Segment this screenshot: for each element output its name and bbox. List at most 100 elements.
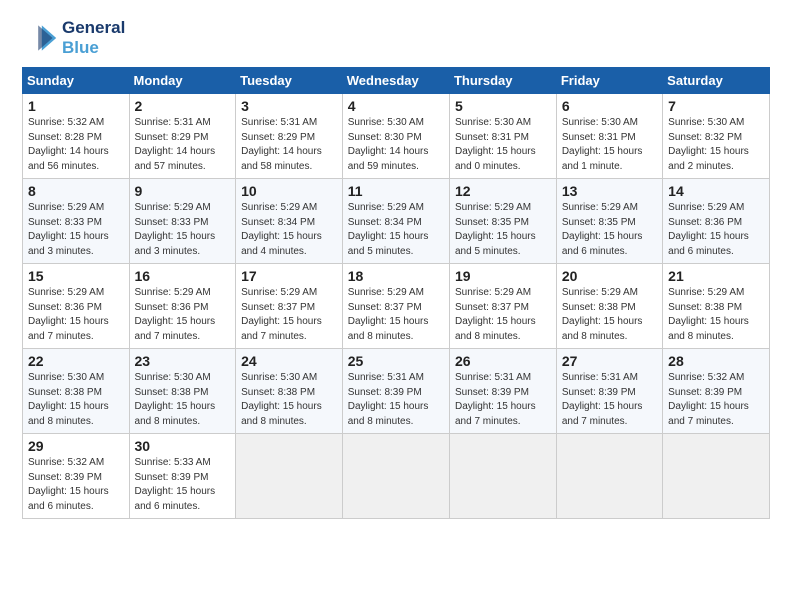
day-cell: 2 Sunrise: 5:31 AM Sunset: 8:29 PM Dayli… xyxy=(129,94,236,179)
day-cell: 23 Sunrise: 5:30 AM Sunset: 8:38 PM Dayl… xyxy=(129,349,236,434)
day-info: Sunrise: 5:29 AM Sunset: 8:37 PM Dayligh… xyxy=(241,286,337,344)
day-cell: 22 Sunrise: 5:30 AM Sunset: 8:38 PM Dayl… xyxy=(23,349,130,434)
day-info: Sunrise: 5:29 AM Sunset: 8:33 PM Dayligh… xyxy=(135,201,231,259)
day-info: Sunrise: 5:29 AM Sunset: 8:36 PM Dayligh… xyxy=(28,286,124,344)
empty-cell xyxy=(556,434,662,519)
day-info: Sunrise: 5:30 AM Sunset: 8:38 PM Dayligh… xyxy=(241,371,337,429)
day-number: 13 xyxy=(562,183,657,199)
day-info: Sunrise: 5:32 AM Sunset: 8:28 PM Dayligh… xyxy=(28,116,124,174)
day-cell: 1 Sunrise: 5:32 AM Sunset: 8:28 PM Dayli… xyxy=(23,94,130,179)
day-cell: 10 Sunrise: 5:29 AM Sunset: 8:34 PM Dayl… xyxy=(236,179,343,264)
logo-icon xyxy=(22,20,58,56)
day-info: Sunrise: 5:33 AM Sunset: 8:39 PM Dayligh… xyxy=(135,456,231,514)
day-info: Sunrise: 5:32 AM Sunset: 8:39 PM Dayligh… xyxy=(28,456,124,514)
day-cell: 5 Sunrise: 5:30 AM Sunset: 8:31 PM Dayli… xyxy=(449,94,556,179)
day-info: Sunrise: 5:30 AM Sunset: 8:38 PM Dayligh… xyxy=(135,371,231,429)
day-cell: 9 Sunrise: 5:29 AM Sunset: 8:33 PM Dayli… xyxy=(129,179,236,264)
day-cell: 3 Sunrise: 5:31 AM Sunset: 8:29 PM Dayli… xyxy=(236,94,343,179)
col-wednesday: Wednesday xyxy=(342,68,449,94)
day-info: Sunrise: 5:29 AM Sunset: 8:36 PM Dayligh… xyxy=(668,201,764,259)
calendar-row: 8 Sunrise: 5:29 AM Sunset: 8:33 PM Dayli… xyxy=(23,179,770,264)
day-cell: 12 Sunrise: 5:29 AM Sunset: 8:35 PM Dayl… xyxy=(449,179,556,264)
col-sunday: Sunday xyxy=(23,68,130,94)
empty-cell xyxy=(236,434,343,519)
day-cell: 18 Sunrise: 5:29 AM Sunset: 8:37 PM Dayl… xyxy=(342,264,449,349)
day-info: Sunrise: 5:29 AM Sunset: 8:37 PM Dayligh… xyxy=(348,286,444,344)
day-number: 17 xyxy=(241,268,337,284)
day-info: Sunrise: 5:30 AM Sunset: 8:32 PM Dayligh… xyxy=(668,116,764,174)
col-tuesday: Tuesday xyxy=(236,68,343,94)
day-number: 22 xyxy=(28,353,124,369)
day-cell: 24 Sunrise: 5:30 AM Sunset: 8:38 PM Dayl… xyxy=(236,349,343,434)
day-info: Sunrise: 5:31 AM Sunset: 8:29 PM Dayligh… xyxy=(241,116,337,174)
day-number: 28 xyxy=(668,353,764,369)
day-number: 23 xyxy=(135,353,231,369)
day-cell: 20 Sunrise: 5:29 AM Sunset: 8:38 PM Dayl… xyxy=(556,264,662,349)
day-number: 30 xyxy=(135,438,231,454)
day-info: Sunrise: 5:31 AM Sunset: 8:39 PM Dayligh… xyxy=(348,371,444,429)
day-cell: 13 Sunrise: 5:29 AM Sunset: 8:35 PM Dayl… xyxy=(556,179,662,264)
day-info: Sunrise: 5:29 AM Sunset: 8:34 PM Dayligh… xyxy=(348,201,444,259)
page: General Blue Sunday Monday Tuesday Wedne… xyxy=(0,0,792,531)
day-info: Sunrise: 5:29 AM Sunset: 8:37 PM Dayligh… xyxy=(455,286,551,344)
day-number: 19 xyxy=(455,268,551,284)
calendar-row: 15 Sunrise: 5:29 AM Sunset: 8:36 PM Dayl… xyxy=(23,264,770,349)
day-info: Sunrise: 5:29 AM Sunset: 8:35 PM Dayligh… xyxy=(562,201,657,259)
day-info: Sunrise: 5:29 AM Sunset: 8:34 PM Dayligh… xyxy=(241,201,337,259)
day-cell: 8 Sunrise: 5:29 AM Sunset: 8:33 PM Dayli… xyxy=(23,179,130,264)
day-cell: 17 Sunrise: 5:29 AM Sunset: 8:37 PM Dayl… xyxy=(236,264,343,349)
calendar-row: 29 Sunrise: 5:32 AM Sunset: 8:39 PM Dayl… xyxy=(23,434,770,519)
day-number: 21 xyxy=(668,268,764,284)
day-number: 3 xyxy=(241,98,337,114)
logo-text: General Blue xyxy=(62,18,125,57)
day-number: 12 xyxy=(455,183,551,199)
top-section: General Blue xyxy=(22,18,770,57)
day-info: Sunrise: 5:29 AM Sunset: 8:35 PM Dayligh… xyxy=(455,201,551,259)
day-number: 6 xyxy=(562,98,657,114)
day-number: 26 xyxy=(455,353,551,369)
day-number: 2 xyxy=(135,98,231,114)
day-number: 7 xyxy=(668,98,764,114)
day-info: Sunrise: 5:29 AM Sunset: 8:36 PM Dayligh… xyxy=(135,286,231,344)
day-number: 8 xyxy=(28,183,124,199)
day-number: 5 xyxy=(455,98,551,114)
day-info: Sunrise: 5:30 AM Sunset: 8:30 PM Dayligh… xyxy=(348,116,444,174)
day-number: 27 xyxy=(562,353,657,369)
logo: General Blue xyxy=(22,18,125,57)
calendar-row: 22 Sunrise: 5:30 AM Sunset: 8:38 PM Dayl… xyxy=(23,349,770,434)
day-number: 18 xyxy=(348,268,444,284)
day-number: 9 xyxy=(135,183,231,199)
day-cell: 25 Sunrise: 5:31 AM Sunset: 8:39 PM Dayl… xyxy=(342,349,449,434)
empty-cell xyxy=(342,434,449,519)
col-thursday: Thursday xyxy=(449,68,556,94)
day-number: 1 xyxy=(28,98,124,114)
day-cell: 27 Sunrise: 5:31 AM Sunset: 8:39 PM Dayl… xyxy=(556,349,662,434)
day-cell: 28 Sunrise: 5:32 AM Sunset: 8:39 PM Dayl… xyxy=(663,349,770,434)
col-saturday: Saturday xyxy=(663,68,770,94)
day-number: 4 xyxy=(348,98,444,114)
day-cell: 7 Sunrise: 5:30 AM Sunset: 8:32 PM Dayli… xyxy=(663,94,770,179)
day-cell: 11 Sunrise: 5:29 AM Sunset: 8:34 PM Dayl… xyxy=(342,179,449,264)
day-cell: 6 Sunrise: 5:30 AM Sunset: 8:31 PM Dayli… xyxy=(556,94,662,179)
day-cell: 19 Sunrise: 5:29 AM Sunset: 8:37 PM Dayl… xyxy=(449,264,556,349)
day-cell: 21 Sunrise: 5:29 AM Sunset: 8:38 PM Dayl… xyxy=(663,264,770,349)
day-number: 10 xyxy=(241,183,337,199)
day-info: Sunrise: 5:31 AM Sunset: 8:39 PM Dayligh… xyxy=(562,371,657,429)
calendar-table: Sunday Monday Tuesday Wednesday Thursday… xyxy=(22,67,770,519)
day-number: 16 xyxy=(135,268,231,284)
day-number: 11 xyxy=(348,183,444,199)
day-number: 24 xyxy=(241,353,337,369)
day-number: 14 xyxy=(668,183,764,199)
day-number: 20 xyxy=(562,268,657,284)
empty-cell xyxy=(663,434,770,519)
calendar-row: 1 Sunrise: 5:32 AM Sunset: 8:28 PM Dayli… xyxy=(23,94,770,179)
day-info: Sunrise: 5:29 AM Sunset: 8:33 PM Dayligh… xyxy=(28,201,124,259)
day-info: Sunrise: 5:31 AM Sunset: 8:39 PM Dayligh… xyxy=(455,371,551,429)
day-info: Sunrise: 5:30 AM Sunset: 8:31 PM Dayligh… xyxy=(455,116,551,174)
empty-cell xyxy=(449,434,556,519)
day-cell: 14 Sunrise: 5:29 AM Sunset: 8:36 PM Dayl… xyxy=(663,179,770,264)
day-info: Sunrise: 5:30 AM Sunset: 8:31 PM Dayligh… xyxy=(562,116,657,174)
day-cell: 15 Sunrise: 5:29 AM Sunset: 8:36 PM Dayl… xyxy=(23,264,130,349)
day-number: 29 xyxy=(28,438,124,454)
day-info: Sunrise: 5:31 AM Sunset: 8:29 PM Dayligh… xyxy=(135,116,231,174)
